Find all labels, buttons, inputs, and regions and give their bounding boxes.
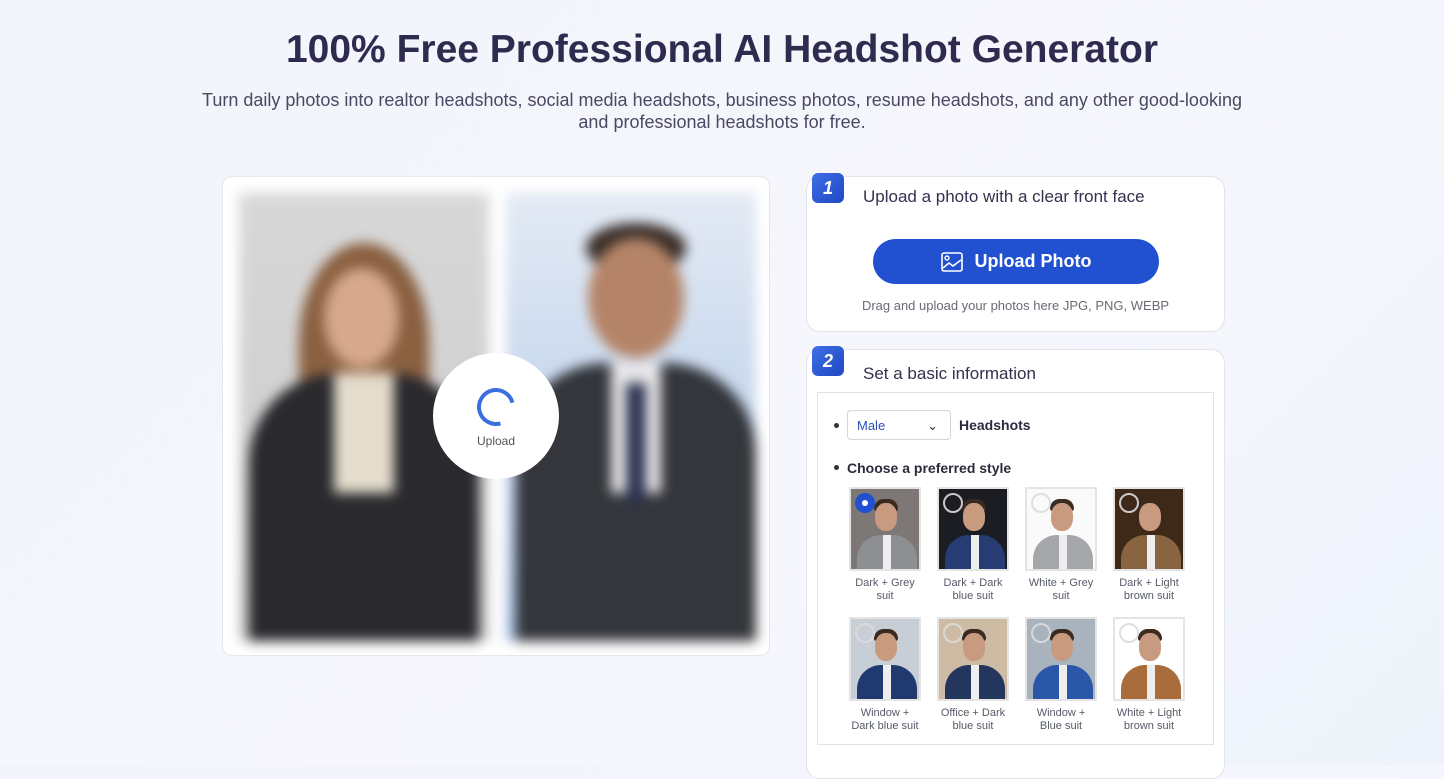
style-radio[interactable] (1119, 493, 1139, 513)
style-thumbnail[interactable] (1025, 617, 1097, 701)
style-thumbnail[interactable] (937, 617, 1009, 701)
chevron-down-icon: ⌄ (927, 418, 938, 433)
style-label: Choose a preferred style (847, 460, 1012, 476)
step1-badge: 1 (812, 173, 844, 203)
style-thumbnail[interactable] (849, 487, 921, 571)
style-radio[interactable] (943, 493, 963, 513)
style-label: Office + Dark blue suit (940, 707, 1006, 732)
style-label: Window + Blue suit (1036, 707, 1086, 732)
style-radio[interactable] (1119, 623, 1139, 643)
style-label: Dark + Dark blue suit (943, 577, 1003, 602)
style-radio[interactable] (855, 493, 875, 513)
settings-box: Male ⌄ Headshots Choose a preferred style… (817, 392, 1214, 745)
style-label: Window + Dark blue suit (851, 707, 919, 732)
bullet (834, 465, 839, 470)
page-subtitle: Turn daily photos into realtor headshots… (202, 90, 1242, 132)
headshots-label: Headshots (959, 417, 1031, 433)
style-option[interactable]: Office + Dark blue suit (937, 617, 1009, 733)
style-radio[interactable] (943, 623, 963, 643)
style-label: White + Light brown suit (1116, 707, 1182, 732)
style-option[interactable]: Dark + Light brown suit (1113, 487, 1185, 603)
style-label: Dark + Grey suit (855, 577, 915, 602)
step1-title: Upload a photo with a clear front face (863, 187, 1145, 206)
page-title: 100% Free Professional AI Headshot Gener… (285, 28, 1158, 71)
step2-card: 2 Set a basic information Male ⌄ Headshot… (806, 346, 1225, 779)
upload-hint: Drag and upload your photos here JPG, PN… (861, 298, 1170, 313)
preview-card: Upload (222, 176, 770, 656)
style-option[interactable]: Window + Dark blue suit (849, 617, 921, 733)
style-thumbnail[interactable] (937, 487, 1009, 571)
style-option[interactable]: Window + Blue suit (1025, 617, 1097, 733)
style-option[interactable]: White + Light brown suit (1113, 617, 1185, 733)
upload-overlay-button[interactable]: Upload (433, 353, 559, 479)
step1-card: 1 Upload a photo with a clear front face… (806, 173, 1225, 332)
style-thumbnail[interactable] (849, 617, 921, 701)
step2-badge: 2 (812, 346, 844, 376)
image-icon (940, 251, 963, 272)
style-option[interactable]: Dark + Grey suit (849, 487, 921, 603)
step2-title: Set a basic information (863, 364, 1036, 383)
bullet (834, 423, 839, 428)
spinner-icon (470, 381, 522, 433)
gender-select[interactable]: Male ⌄ (847, 410, 951, 440)
gender-value: Male (857, 418, 886, 433)
style-radio[interactable] (855, 623, 875, 643)
upload-photo-label: Upload Photo (974, 251, 1092, 271)
style-thumbnail[interactable] (1113, 487, 1185, 571)
upload-photo-button[interactable]: Upload Photo (873, 239, 1159, 284)
style-radio[interactable] (1031, 493, 1051, 513)
style-label: Dark + Light brown suit (1119, 577, 1179, 602)
style-label: White + Grey suit (1028, 577, 1094, 602)
style-thumbnail[interactable] (1025, 487, 1097, 571)
style-thumbnail[interactable] (1113, 617, 1185, 701)
style-radio[interactable] (1031, 623, 1051, 643)
style-option[interactable]: Dark + Dark blue suit (937, 487, 1009, 603)
upload-label: Upload (476, 434, 516, 448)
style-option[interactable]: White + Grey suit (1025, 487, 1097, 603)
